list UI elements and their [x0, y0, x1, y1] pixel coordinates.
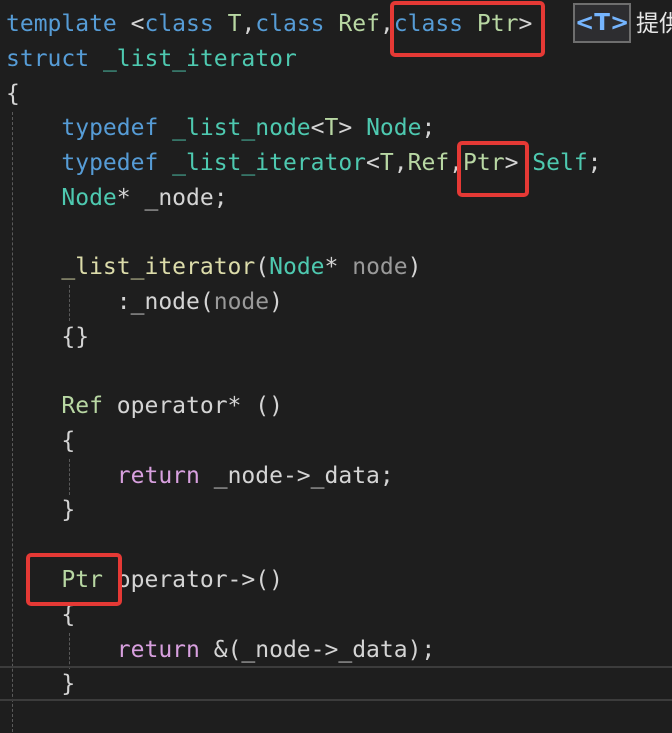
code-token: < — [366, 150, 380, 176]
code-line-struct-name[interactable]: struct _list_iterator — [6, 42, 297, 77]
code-token: typedef — [61, 115, 173, 141]
template-hint-text: 提供 — [636, 5, 672, 43]
code-token: typedef — [61, 150, 173, 176]
code-token: _list_iterator — [172, 150, 367, 176]
code-token: node — [213, 289, 270, 315]
code-token: < — [310, 115, 325, 141]
code-token: ( — [255, 254, 270, 280]
highlight-box-class-ptr — [390, 1, 545, 57]
code-token: class — [255, 11, 339, 37]
code-line-initializer[interactable]: :_node(node) — [6, 285, 283, 320]
code-token: { — [6, 81, 20, 107]
template-hint-badge[interactable]: <T> — [573, 3, 631, 43]
code-token: T — [227, 11, 242, 37]
code-line-arrow-return[interactable]: return &(_node->_data); — [6, 633, 436, 668]
code-token: , — [393, 150, 408, 176]
code-token: node — [352, 254, 408, 280]
code-token: _list_iterator — [61, 254, 256, 280]
code-line-typedef-node[interactable]: typedef _list_node<T> Node; — [6, 111, 435, 146]
code-line-deref-operator[interactable]: Ref operator* () — [6, 389, 283, 424]
code-token: * _node; — [116, 185, 228, 211]
code-token: {} — [6, 324, 90, 350]
code-token: < — [130, 11, 145, 37]
code-line-deref-return[interactable]: return _node->_data; — [6, 459, 394, 494]
code-token: return — [116, 637, 214, 663]
code-token: Node — [366, 115, 422, 141]
code-token: :_node( — [6, 289, 214, 315]
code-token: template — [6, 11, 131, 37]
code-line-open-brace[interactable]: { — [6, 77, 20, 112]
current-line-border — [0, 666, 672, 668]
code-line-deref-close[interactable]: } — [6, 493, 75, 528]
code-token: { — [6, 428, 76, 454]
code-token: class — [144, 11, 228, 37]
code-token: _list_node — [172, 115, 311, 141]
code-token: } — [6, 497, 76, 523]
code-token: Ref — [407, 150, 450, 176]
code-token: operator* () — [116, 393, 283, 419]
code-token: Node — [61, 185, 117, 211]
code-token: * — [324, 254, 353, 280]
code-token: _list_iterator — [102, 46, 297, 72]
code-line-arrow-close[interactable]: } — [6, 667, 75, 702]
code-token: Ref — [338, 11, 380, 37]
highlight-box-ptr-typedef — [457, 141, 529, 197]
code-token: Node — [269, 254, 325, 280]
code-token: struct — [6, 46, 103, 72]
code-token: return — [116, 463, 214, 489]
code-token: ) — [407, 254, 422, 280]
code-token: _node->_data; — [213, 463, 394, 489]
code-token: Ref — [61, 393, 117, 419]
code-token: , — [241, 11, 256, 37]
code-token: Self — [532, 150, 588, 176]
code-line-deref-open[interactable]: { — [6, 424, 75, 459]
current-line-border — [0, 699, 672, 701]
code-token: ; — [421, 115, 436, 141]
code-line-constructor[interactable]: _list_iterator(Node* node) — [6, 250, 421, 285]
highlight-box-ptr-return-type — [26, 553, 122, 606]
code-token: operator->() — [116, 567, 283, 593]
code-token: } — [6, 671, 76, 697]
code-token: &(_node->_data); — [213, 637, 436, 663]
code-token: ; — [587, 150, 602, 176]
code-token: T — [324, 115, 339, 141]
code-line-node-member[interactable]: Node* _node; — [6, 181, 228, 216]
code-line-constructor-body[interactable]: {} — [6, 320, 89, 355]
code-editor[interactable]: template <class T,class Ref,class Ptr> s… — [0, 0, 672, 733]
code-token: ) — [269, 289, 283, 315]
code-token: > — [338, 115, 367, 141]
code-token: T — [379, 150, 394, 176]
